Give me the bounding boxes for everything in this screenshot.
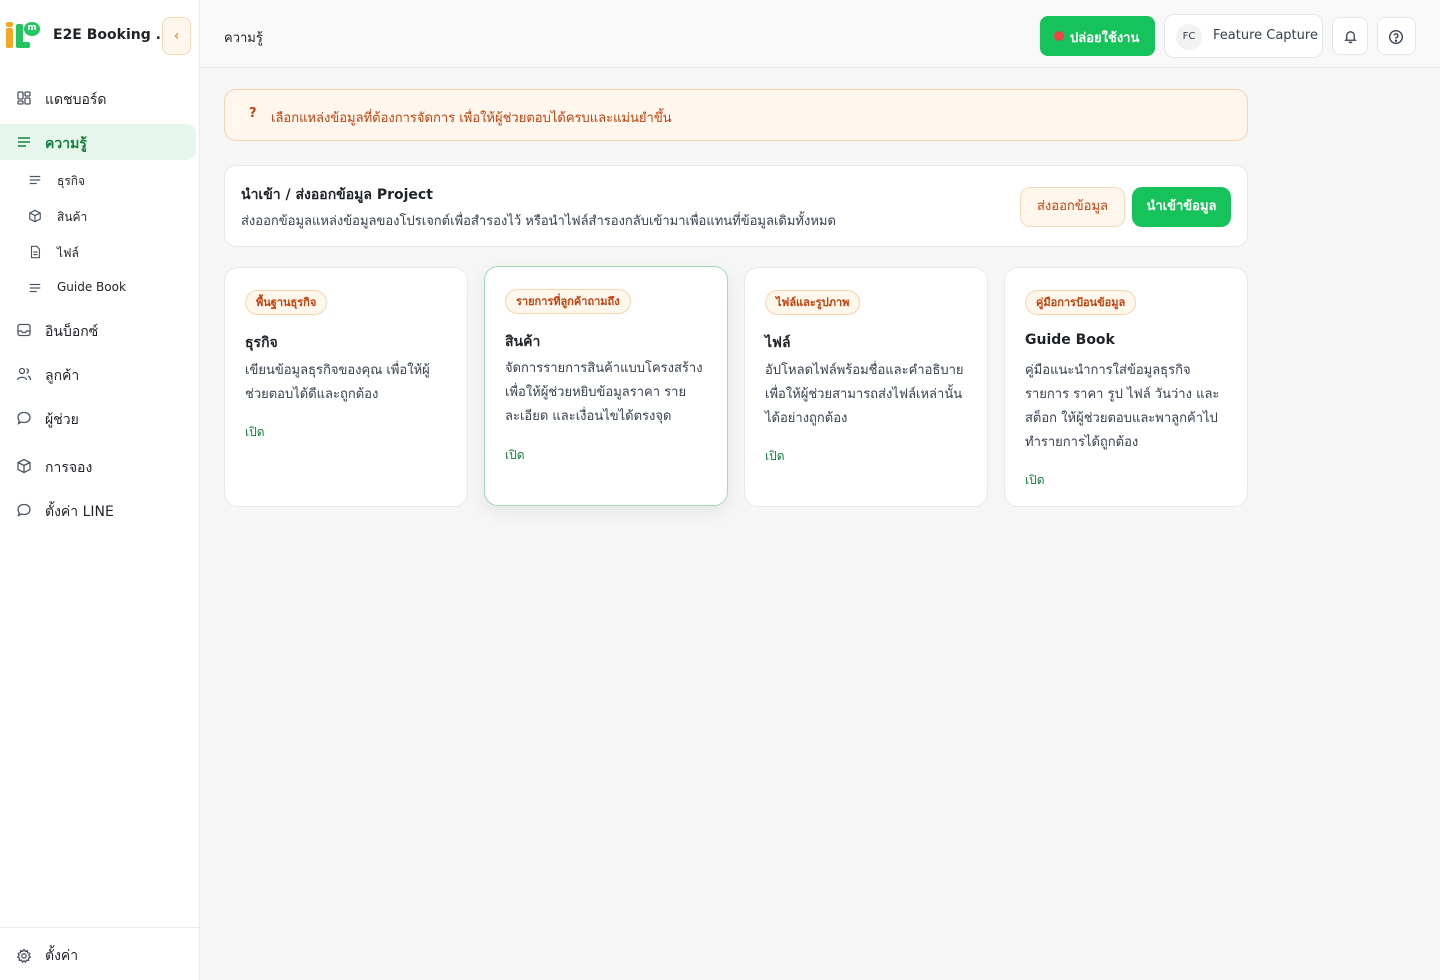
box-icon bbox=[17, 458, 31, 474]
sidebar-subitem-files[interactable]: ไฟล์ bbox=[0, 237, 196, 267]
card-open-link[interactable]: เปิด bbox=[505, 446, 525, 465]
card-open-link[interactable]: เปิด bbox=[245, 423, 265, 442]
user-name: Feature Capture bbox=[1213, 28, 1318, 43]
help-button[interactable] bbox=[1377, 17, 1416, 55]
sidebar-item-dashboard[interactable]: แดชบอร์ด bbox=[0, 80, 196, 116]
top-bar: ความรู้ ปล่อยใช้งาน FC Feature Capture bbox=[200, 0, 1440, 68]
card-tag: คู่มือการป้อนข้อมูล bbox=[1025, 290, 1137, 315]
import-button[interactable]: นำเข้าข้อมูล bbox=[1132, 187, 1231, 227]
list-icon bbox=[29, 283, 41, 293]
card-tag: ไฟล์และรูปภาพ bbox=[765, 290, 861, 315]
collapse-sidebar-button[interactable]: ‹ bbox=[162, 17, 191, 55]
question-icon: ? bbox=[249, 106, 257, 121]
file-icon bbox=[30, 245, 40, 259]
card-open-link[interactable]: เปิด bbox=[765, 447, 785, 466]
sidebar-subitem-label: ไฟล์ bbox=[57, 246, 79, 260]
import-export-card: นำเข้า / ส่งออกข้อมูล Project ส่งออกข้อม… bbox=[224, 165, 1248, 247]
chevron-left-icon: ‹ bbox=[173, 28, 180, 44]
sidebar: m E2E Booking ... ‹ แดชบอร์ด ความรู้ ธุร… bbox=[0, 0, 200, 980]
card-description: จัดการรายการสินค้าแบบโครงสร้าง เพื่อให้ผ… bbox=[505, 361, 703, 424]
info-banner-text: เลือกแหล่งข้อมูลที่ต้องการจัดการ เพื่อให… bbox=[271, 111, 672, 126]
sidebar-subitem-guide-book[interactable]: Guide Book bbox=[0, 273, 196, 303]
sidebar-item-label: ตั้งค่า bbox=[45, 948, 79, 964]
info-banner: ? เลือกแหล่งข้อมูลที่ต้องการจัดการ เพื่อ… bbox=[224, 89, 1248, 141]
sidebar-item-assistant[interactable]: ผู้ช่วย bbox=[0, 400, 196, 436]
user-menu[interactable]: FC Feature Capture bbox=[1164, 14, 1323, 58]
bell-icon bbox=[1344, 31, 1357, 44]
card-tag: พื้นฐานธุรกิจ bbox=[245, 290, 328, 315]
help-icon bbox=[1388, 29, 1404, 45]
sidebar-subitem-label: Guide Book bbox=[57, 280, 126, 294]
sidebar-item-bookings[interactable]: การจอง bbox=[0, 448, 196, 484]
card-description: อัปโหลดไฟล์พร้อมชื่อและคำอธิบาย เพื่อให้… bbox=[765, 363, 964, 426]
release-button-label: ปล่อยใช้งาน bbox=[1070, 31, 1140, 46]
card-title: Guide Book bbox=[1025, 332, 1115, 348]
import-export-description: ส่งออกข้อมูลแหล่งข้อมูลของโปรเจกต์เพื่อส… bbox=[241, 214, 836, 229]
import-export-title: นำเข้า / ส่งออกข้อมูล Project bbox=[241, 187, 433, 203]
chat-icon bbox=[17, 503, 31, 517]
gear-icon bbox=[16, 948, 32, 964]
sidebar-item-label: แดชบอร์ด bbox=[45, 92, 107, 108]
sidebar-item-customers[interactable]: ลูกค้า bbox=[0, 356, 196, 392]
sidebar-subitem-label: สินค้า bbox=[57, 210, 88, 224]
sidebar-subitem-label: ธุรกิจ bbox=[57, 174, 86, 188]
card-tag: รายการที่ลูกค้าถามถึง bbox=[505, 289, 631, 314]
inbox-icon bbox=[17, 323, 31, 337]
sidebar-item-knowledge[interactable]: ความรู้ bbox=[0, 124, 196, 160]
release-button[interactable]: ปล่อยใช้งาน bbox=[1040, 16, 1155, 56]
card-open-link[interactable]: เปิด bbox=[1025, 471, 1045, 490]
list-icon bbox=[18, 137, 30, 147]
card-description: เขียนข้อมูลธุรกิจของคุณ เพื่อให้ผู้ช่วยต… bbox=[245, 363, 430, 402]
sidebar-item-label: ความรู้ bbox=[45, 136, 87, 152]
sidebar-item-label: ลูกค้า bbox=[45, 368, 80, 384]
knowledge-card-guide-book[interactable]: คู่มือการป้อนข้อมูล Guide Book คู่มือแนะ… bbox=[1004, 267, 1248, 507]
sidebar-item-inbox[interactable]: อินบ็อกซ์ bbox=[0, 312, 196, 348]
card-title: ไฟล์ bbox=[765, 335, 791, 351]
sidebar-item-label: การจอง bbox=[45, 460, 93, 476]
sidebar-item-line-settings[interactable]: ตั้งค่า LINE bbox=[0, 492, 196, 528]
card-title: ธุรกิจ bbox=[245, 335, 278, 351]
avatar: FC bbox=[1176, 24, 1202, 50]
sidebar-subitem-products[interactable]: สินค้า bbox=[0, 201, 196, 231]
app-name: E2E Booking ... bbox=[53, 27, 172, 43]
status-dot-icon bbox=[1054, 31, 1064, 41]
sidebar-item-settings[interactable]: ตั้งค่า bbox=[0, 927, 199, 980]
card-title: สินค้า bbox=[505, 334, 541, 350]
box-icon bbox=[29, 209, 41, 223]
chat-icon bbox=[17, 411, 31, 425]
sidebar-item-label: ตั้งค่า LINE bbox=[45, 504, 114, 520]
knowledge-card-products[interactable]: รายการที่ลูกค้าถามถึง สินค้า จัดการรายกา… bbox=[484, 266, 728, 506]
app-logo: m bbox=[6, 22, 42, 50]
knowledge-card-files[interactable]: ไฟล์และรูปภาพ ไฟล์ อัปโหลดไฟล์พร้อมชื่อแ… bbox=[744, 267, 988, 507]
card-description: คู่มือแนะนำการใส่ข้อมูลธุรกิจ รายการ ราค… bbox=[1025, 363, 1220, 450]
export-button[interactable]: ส่งออกข้อมูล bbox=[1020, 187, 1125, 227]
list-icon bbox=[29, 175, 41, 185]
breadcrumb: ความรู้ bbox=[224, 31, 263, 46]
dashboard-icon bbox=[17, 91, 31, 105]
sidebar-item-label: ผู้ช่วย bbox=[45, 412, 79, 428]
sidebar-subitem-business[interactable]: ธุรกิจ bbox=[0, 165, 196, 195]
users-icon bbox=[16, 367, 32, 381]
sidebar-item-label: อินบ็อกซ์ bbox=[45, 324, 99, 340]
notifications-button[interactable] bbox=[1332, 17, 1368, 55]
knowledge-card-business[interactable]: พื้นฐานธุรกิจ ธุรกิจ เขียนข้อมูลธุรกิจขอ… bbox=[224, 267, 468, 507]
